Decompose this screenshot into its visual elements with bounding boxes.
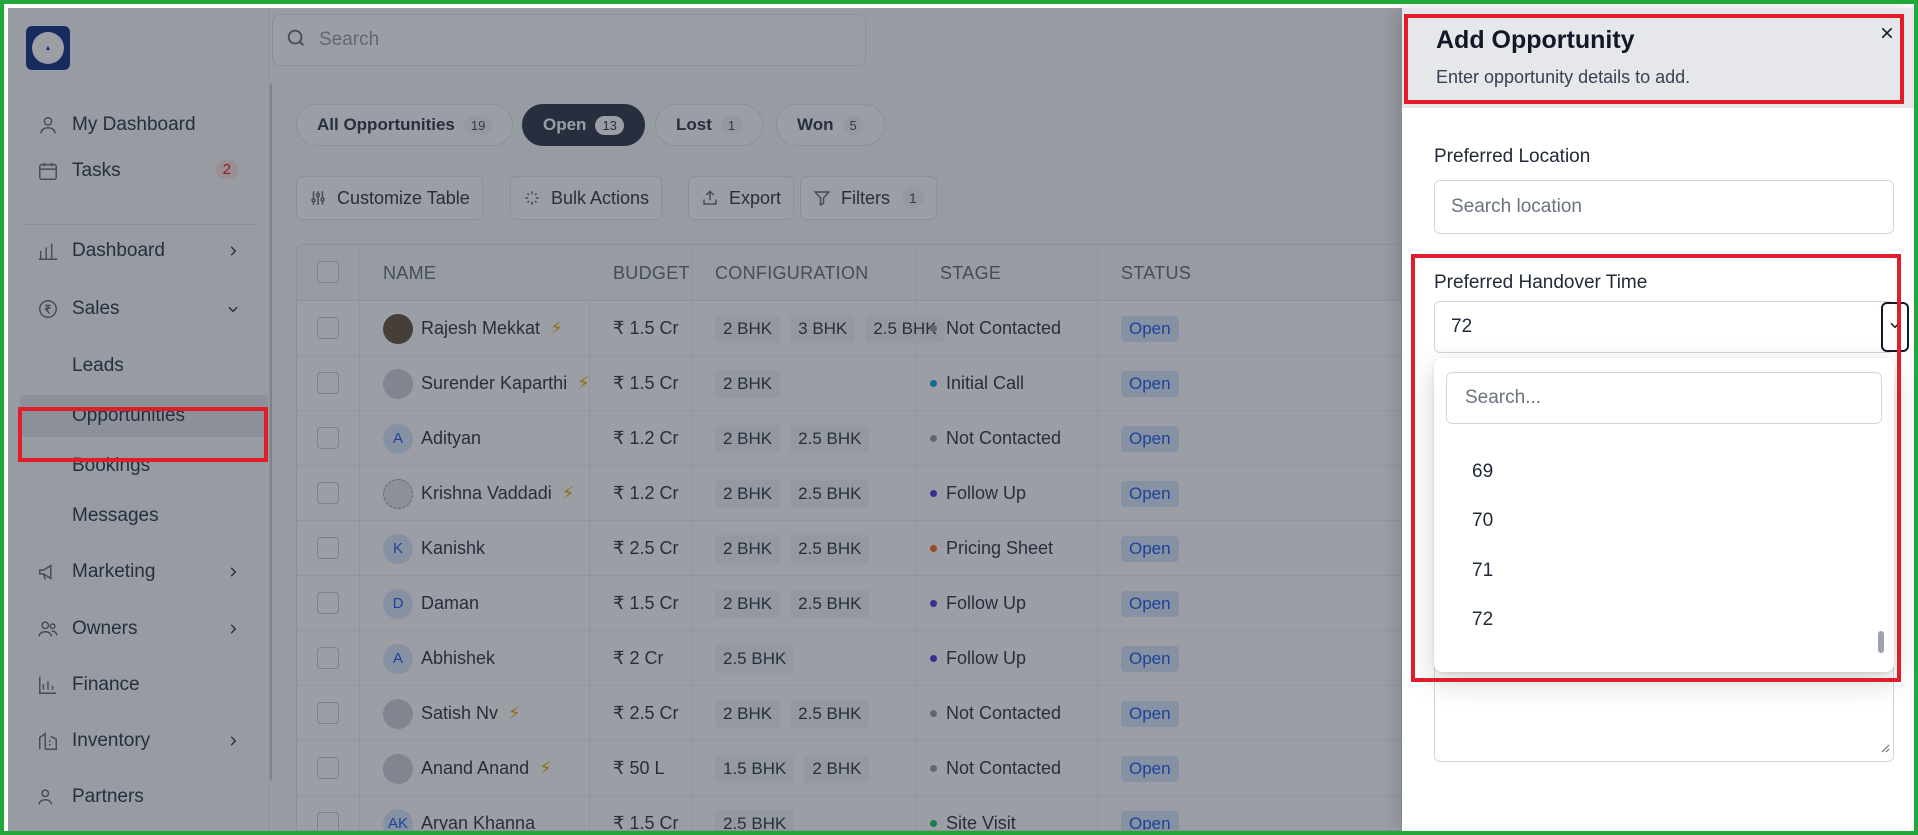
input-placeholder: Search... (1465, 387, 1542, 408)
preferred-handover-label: Preferred Handover Time (1434, 272, 1648, 293)
dropdown-option[interactable]: 70 (1472, 510, 1493, 532)
dropdown-search-input[interactable]: Search... (1446, 372, 1882, 424)
handover-dropdown-menu: Search... 68 69 70 71 72 (1434, 358, 1894, 672)
dropdown-option[interactable]: 71 (1472, 560, 1493, 582)
dropdown-toggle-button[interactable] (1881, 302, 1909, 352)
preferred-handover-select[interactable]: 72 (1434, 301, 1909, 353)
dropdown-scrollbar-thumb[interactable] (1878, 631, 1884, 653)
notes-textarea[interactable] (1434, 658, 1894, 762)
modal-backdrop[interactable] (8, 8, 1402, 831)
select-value: 72 (1451, 316, 1473, 337)
drawer-header: Add Opportunity Enter opportunity detail… (1402, 8, 1914, 108)
add-opportunity-drawer: Add Opportunity Enter opportunity detail… (1402, 8, 1914, 831)
resize-handle-icon[interactable] (1880, 740, 1890, 758)
dropdown-options-list: 68 69 70 71 72 (1434, 434, 1894, 672)
dropdown-option[interactable]: 69 (1472, 461, 1493, 483)
preferred-location-label: Preferred Location (1434, 146, 1591, 167)
close-icon[interactable] (1874, 20, 1900, 46)
dropdown-option[interactable]: 72 (1472, 609, 1493, 631)
preferred-location-input[interactable]: Search location (1434, 180, 1894, 234)
drawer-title: Add Opportunity (1436, 26, 1635, 54)
drawer-subtitle: Enter opportunity details to add. (1436, 67, 1691, 87)
input-placeholder: Search location (1451, 196, 1582, 217)
chevron-down-icon (1888, 316, 1902, 338)
